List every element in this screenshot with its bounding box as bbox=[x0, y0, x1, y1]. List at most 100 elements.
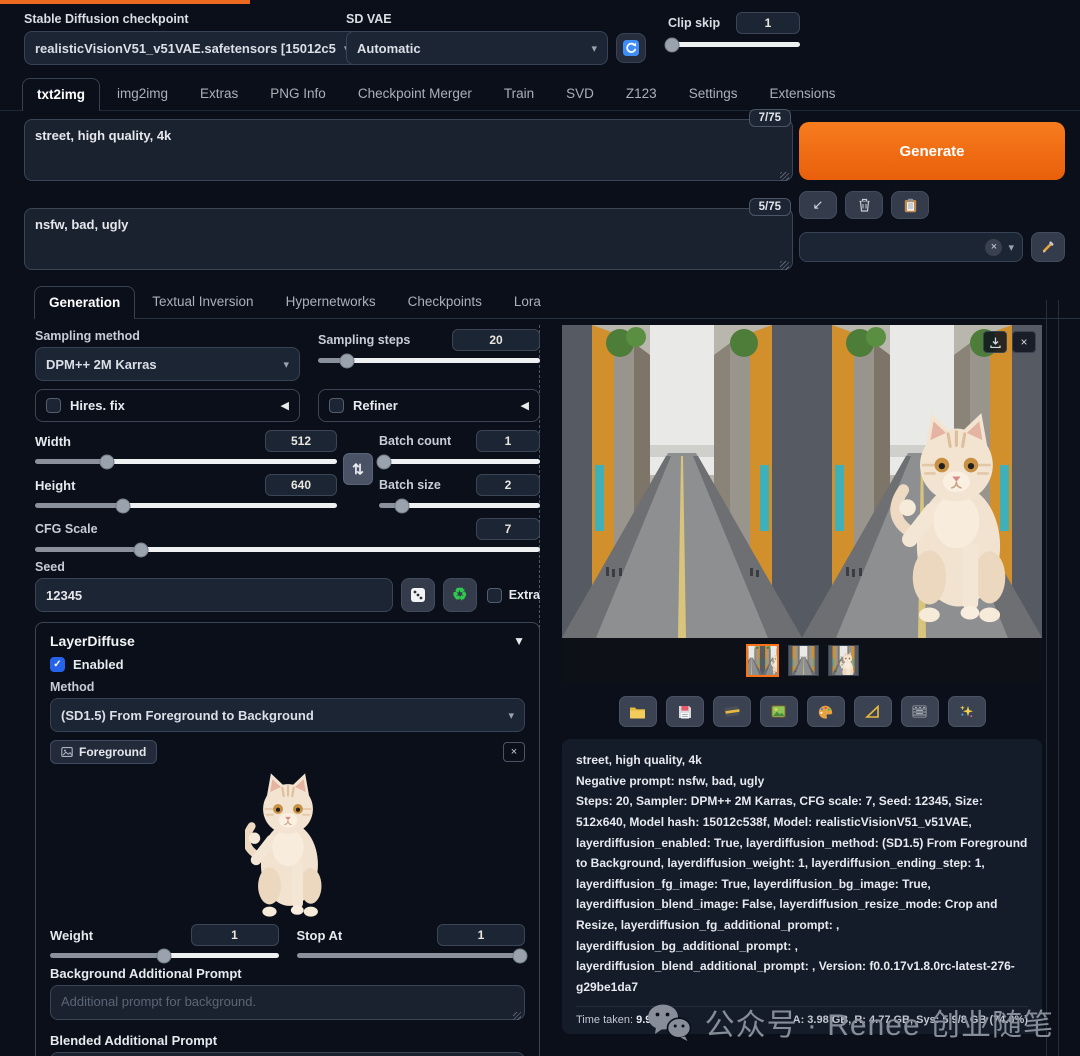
swap-dimensions-button[interactable]: ⇅ bbox=[343, 453, 373, 485]
sampling-steps-slider[interactable] bbox=[318, 358, 540, 363]
vae-dropdown[interactable]: Automatic ▾ bbox=[346, 31, 608, 65]
tab-png-info[interactable]: PNG Info bbox=[255, 77, 341, 110]
bg-additional-prompt-input[interactable] bbox=[50, 985, 525, 1020]
weight-value[interactable]: 1 bbox=[191, 924, 279, 946]
stop-at-value[interactable]: 1 bbox=[437, 924, 525, 946]
tab-extensions[interactable]: Extensions bbox=[754, 77, 850, 110]
slider-handle[interactable] bbox=[115, 498, 130, 513]
loading-progress-bar bbox=[0, 0, 250, 4]
tab-generation[interactable]: Generation bbox=[34, 286, 135, 319]
tab-checkpoint-merger[interactable]: Checkpoint Merger bbox=[343, 77, 487, 110]
save-icon bbox=[678, 705, 692, 719]
extra-seed-toggle[interactable]: Extra bbox=[487, 588, 540, 603]
layerdiffuse-enabled-checkbox[interactable]: ✓ bbox=[50, 657, 65, 672]
save-zip-button[interactable] bbox=[713, 696, 751, 727]
send-to-extras-button[interactable] bbox=[807, 696, 845, 727]
slider-handle[interactable] bbox=[339, 353, 354, 368]
slider-handle[interactable] bbox=[513, 948, 528, 963]
sampling-steps-value[interactable]: 20 bbox=[452, 329, 540, 351]
sampling-steps-label: Sampling steps bbox=[318, 333, 410, 347]
slider-handle[interactable] bbox=[394, 498, 409, 513]
slider-handle[interactable] bbox=[157, 948, 172, 963]
tab-svd[interactable]: SVD bbox=[551, 77, 609, 110]
slider-handle[interactable] bbox=[664, 37, 679, 52]
tab-train[interactable]: Train bbox=[489, 77, 549, 110]
foreground-image-preview[interactable] bbox=[50, 768, 525, 918]
refiner-checkbox[interactable] bbox=[329, 398, 344, 413]
refiner-accordion[interactable]: Refiner ◀ bbox=[318, 389, 540, 422]
random-seed-button[interactable] bbox=[401, 578, 435, 612]
tab-checkpoints[interactable]: Checkpoints bbox=[393, 285, 497, 318]
edit-styles-button[interactable] bbox=[1031, 232, 1065, 262]
foreground-tab-label: Foreground bbox=[79, 745, 146, 759]
result-image-preview[interactable]: × bbox=[562, 325, 1042, 638]
weight-slider[interactable] bbox=[50, 953, 279, 958]
cfg-scale-value[interactable]: 7 bbox=[476, 518, 540, 540]
paste-params-button[interactable]: ↙ bbox=[799, 191, 837, 219]
tab-settings[interactable]: Settings bbox=[674, 77, 753, 110]
slider-handle[interactable] bbox=[134, 542, 149, 557]
send-to-img2img-button[interactable] bbox=[760, 696, 798, 727]
generation-info-panel: street, high quality, 4k Negative prompt… bbox=[562, 739, 1042, 1034]
refresh-vae-button[interactable] bbox=[616, 33, 646, 63]
foreground-image-tab[interactable]: Foreground bbox=[50, 740, 157, 764]
seed-input[interactable] bbox=[35, 578, 393, 612]
cfg-scale-slider[interactable] bbox=[35, 547, 540, 552]
open-folder-button[interactable] bbox=[619, 696, 657, 727]
thumbnail-background[interactable] bbox=[788, 645, 819, 676]
output-column: × bbox=[562, 325, 1042, 1056]
reuse-seed-button[interactable]: ♻ bbox=[443, 578, 477, 612]
send-to-inpaint-button[interactable] bbox=[854, 696, 892, 727]
clip-skip-value[interactable]: 1 bbox=[736, 12, 800, 34]
checkpoint-dropdown[interactable]: realisticVisionV51_v51VAE.safetensors [1… bbox=[24, 31, 360, 65]
accordion-collapsed-icon[interactable]: ◀ bbox=[281, 399, 289, 412]
accordion-expanded-icon[interactable]: ▼ bbox=[513, 634, 525, 648]
hires-fix-accordion[interactable]: Hires. fix ◀ bbox=[35, 389, 300, 422]
stop-at-slider[interactable] bbox=[297, 953, 526, 958]
remove-foreground-button[interactable]: × bbox=[503, 742, 525, 762]
tab-txt2img[interactable]: txt2img bbox=[22, 78, 100, 111]
sampling-method-dropdown[interactable]: DPM++ 2M Karras ▾ bbox=[35, 347, 300, 381]
clear-prompt-button[interactable] bbox=[845, 191, 883, 219]
thumbnail-foreground[interactable] bbox=[828, 645, 859, 676]
styles-dropdown[interactable]: × ▾ bbox=[799, 232, 1023, 262]
stop-at-label: Stop At bbox=[297, 928, 343, 943]
batch-size-value[interactable]: 2 bbox=[476, 474, 540, 496]
width-slider[interactable] bbox=[35, 459, 337, 464]
slider-handle[interactable] bbox=[376, 454, 391, 469]
scrollbar-track[interactable] bbox=[1058, 300, 1059, 1056]
height-label: Height bbox=[35, 478, 75, 493]
tab-z123[interactable]: Z123 bbox=[611, 77, 672, 110]
slider-handle[interactable] bbox=[100, 454, 115, 469]
palette-icon bbox=[818, 705, 833, 719]
tab-textual-inversion[interactable]: Textual Inversion bbox=[137, 285, 268, 318]
negative-prompt-input[interactable]: nsfw, bad, ugly bbox=[24, 208, 793, 270]
accordion-collapsed-icon[interactable]: ◀ bbox=[521, 399, 529, 412]
tab-hypernetworks[interactable]: Hypernetworks bbox=[271, 285, 391, 318]
batch-size-slider[interactable] bbox=[379, 503, 540, 508]
tab-extras[interactable]: Extras bbox=[185, 77, 253, 110]
blend-additional-prompt-input[interactable] bbox=[50, 1052, 525, 1056]
method-dropdown[interactable]: (SD1.5) From Foreground to Background ▾ bbox=[50, 698, 525, 732]
send-to-svd-button[interactable] bbox=[901, 696, 939, 727]
batch-count-slider[interactable] bbox=[379, 459, 540, 464]
tab-lora[interactable]: Lora bbox=[499, 285, 556, 318]
save-image-button[interactable] bbox=[666, 696, 704, 727]
apply-styles-button[interactable] bbox=[891, 191, 929, 219]
width-value[interactable]: 512 bbox=[265, 430, 337, 452]
height-slider[interactable] bbox=[35, 503, 337, 508]
hires-fix-checkbox[interactable] bbox=[46, 398, 61, 413]
extra-checkbox[interactable] bbox=[487, 588, 502, 603]
clear-styles-icon[interactable]: × bbox=[985, 239, 1002, 256]
batch-count-value[interactable]: 1 bbox=[476, 430, 540, 452]
thumbnail-grid-selected[interactable] bbox=[746, 644, 779, 677]
clip-skip-slider[interactable] bbox=[668, 42, 800, 47]
checkpoint-label: Stable Diffusion checkpoint bbox=[24, 12, 324, 26]
extra-generate-button[interactable] bbox=[948, 696, 986, 727]
height-value[interactable]: 640 bbox=[265, 474, 337, 496]
generate-button[interactable]: Generate bbox=[799, 122, 1065, 180]
download-image-button[interactable] bbox=[983, 331, 1007, 353]
prompt-input[interactable]: street, high quality, 4k bbox=[24, 119, 793, 181]
close-preview-button[interactable]: × bbox=[1012, 331, 1036, 353]
tab-img2img[interactable]: img2img bbox=[102, 77, 183, 110]
